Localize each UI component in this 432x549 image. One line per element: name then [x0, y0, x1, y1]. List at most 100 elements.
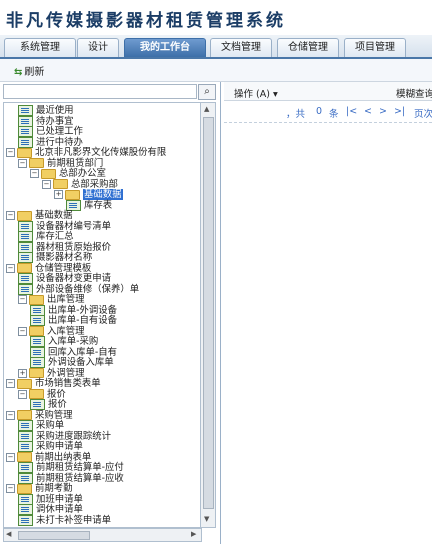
- fuzzy-search-label[interactable]: 模糊查询: [396, 86, 432, 100]
- refresh-button[interactable]: ⇆ 刷新: [14, 63, 44, 78]
- document-icon: [18, 252, 33, 263]
- tab-2[interactable]: 设计: [77, 38, 119, 57]
- tree-node-label: 采购单: [36, 420, 65, 431]
- collapse-icon[interactable]: −: [6, 452, 15, 462]
- document-icon: [30, 346, 45, 358]
- tab-5[interactable]: 仓储管理: [277, 38, 339, 57]
- collapse-icon[interactable]: −: [6, 410, 15, 420]
- pager: ，共 0 条 |< < > >| 页次: [224, 106, 432, 120]
- search-icon[interactable]: ⌕: [198, 84, 216, 100]
- document-icon: [18, 430, 33, 442]
- tab-3[interactable]: 我的工作台: [124, 38, 206, 57]
- tree-node-label: 前期出纳表单: [35, 451, 92, 463]
- scroll-right-icon[interactable]: ▶: [191, 530, 196, 538]
- scroll-left-icon[interactable]: ◀: [6, 530, 11, 538]
- tree-node[interactable]: 未打卡补签申请单: [18, 514, 112, 527]
- folder-icon: [29, 368, 44, 378]
- tree-search-input[interactable]: [3, 84, 197, 99]
- folder-icon: [29, 389, 44, 399]
- collapse-icon[interactable]: −: [18, 158, 27, 168]
- document-icon: [18, 283, 33, 295]
- collapse-icon[interactable]: −: [6, 379, 15, 388]
- expand-icon[interactable]: +: [54, 190, 63, 199]
- folder-icon: [17, 147, 32, 158]
- list-area: [224, 122, 432, 543]
- tree-horizontal-scrollbar[interactable]: ◀ ▶: [3, 528, 202, 542]
- collapse-icon[interactable]: −: [42, 179, 51, 189]
- scroll-down-icon[interactable]: ▼: [204, 515, 209, 523]
- tree-node-label: 进行中待办: [36, 136, 83, 148]
- pager-next-button[interactable]: >: [379, 106, 387, 117]
- document-icon: [18, 273, 33, 284]
- document-icon: [18, 115, 33, 127]
- tree-node-label: 入库单-采购: [48, 336, 99, 347]
- tree-node-label: 外调管理: [47, 367, 85, 379]
- app-title: 非凡传媒摄影器材租赁管理系统: [6, 11, 286, 31]
- tree-node-label: 未打卡补签申请单: [36, 514, 112, 526]
- document-icon: [30, 315, 45, 326]
- collapse-icon[interactable]: −: [18, 389, 27, 399]
- tree-node-label: 前期租赁结算单-应付: [36, 462, 124, 473]
- tree-node-label: 库存表: [84, 199, 113, 211]
- document-icon: [18, 420, 33, 431]
- folder-icon: [29, 294, 44, 305]
- pager-page-label: 页次: [414, 109, 432, 120]
- tab-1[interactable]: 系统管理: [4, 38, 76, 57]
- tab-4[interactable]: 文档管理: [210, 38, 272, 57]
- tree-node-label: 最近使用: [36, 105, 74, 116]
- pager-prev-button[interactable]: <: [364, 106, 372, 117]
- document-icon: [66, 199, 81, 211]
- tree-node-label: 出库管理: [47, 294, 85, 305]
- scrollbar-thumb[interactable]: [203, 117, 214, 509]
- folder-icon: [53, 179, 68, 189]
- expand-icon[interactable]: +: [18, 368, 27, 378]
- collapse-icon[interactable]: −: [18, 326, 27, 336]
- navigation-tree: 最近使用 待办事宜 已处理工作 进行中待办 − 北京非凡影界文化传媒股份有限 − 前期租赁部门…: [3, 102, 202, 528]
- tree-node-label: 出库单-外调设备: [48, 304, 118, 316]
- tree-panel: ⌕ 最近使用 待办事宜 已处理工作 进行中待办 − 北京非凡影界文化传媒股份有限 − 前期租赁…: [0, 82, 221, 544]
- collapse-icon[interactable]: −: [6, 484, 15, 493]
- tab-6[interactable]: 项目管理: [344, 38, 406, 57]
- toolbar: ⇆ 刷新: [0, 59, 432, 82]
- scroll-up-icon[interactable]: ▲: [204, 105, 209, 113]
- folder-icon: [17, 452, 32, 462]
- folder-icon: [29, 158, 44, 168]
- document-icon: [18, 504, 33, 515]
- tree-node-label: 外调设备入库单: [48, 357, 114, 368]
- document-icon: [18, 231, 33, 242]
- operation-menu[interactable]: 操作 (A) ▾: [234, 86, 278, 100]
- document-icon: [30, 304, 45, 316]
- tree-vertical-scrollbar[interactable]: ▲ ▼: [200, 102, 216, 528]
- collapse-icon[interactable]: −: [6, 211, 15, 220]
- folder-icon: [65, 189, 80, 200]
- folder-icon: [17, 410, 32, 420]
- tree-node-label: 设备器材变更申请: [36, 273, 112, 284]
- tree-node-label: 总部办公室: [59, 168, 106, 179]
- tree-node-label: 总部采购部: [71, 178, 118, 190]
- folder-icon: [17, 483, 32, 494]
- scrollbar-thumb[interactable]: [18, 531, 90, 540]
- tree-node-label: 报价: [47, 388, 66, 400]
- document-icon: [18, 514, 33, 526]
- tree-node-label: 采购进度跟踪统计: [36, 430, 112, 442]
- collapse-icon[interactable]: −: [18, 295, 27, 304]
- tree-node-label: 市场销售类表单: [35, 378, 101, 389]
- tree-node-label: 基础数据: [35, 210, 73, 221]
- tree-node-label: 摄影器材名称: [36, 252, 93, 263]
- document-icon: [30, 336, 45, 347]
- collapse-icon[interactable]: −: [30, 169, 39, 178]
- pager-unit: 条: [329, 109, 339, 120]
- document-icon: [18, 105, 33, 116]
- collapse-icon[interactable]: −: [6, 148, 15, 157]
- pager-last-button[interactable]: >|: [394, 106, 405, 117]
- collapse-icon[interactable]: −: [6, 263, 15, 273]
- content-panel: 操作 (A) ▾ 模糊查询 ，共 0 条 |< < > >| 页次: [224, 82, 432, 544]
- tree-node-label: 外部设备维修（保养）单: [36, 283, 140, 295]
- pager-first-button[interactable]: |<: [346, 106, 357, 117]
- tree-node-label: 北京非凡影界文化传媒股份有限: [35, 147, 167, 158]
- tree-node-label: 采购申请单: [36, 441, 83, 452]
- tree-node-label: 回库入库单-自有: [48, 346, 118, 358]
- tree-node-label: 仓储管理模板: [35, 262, 92, 274]
- document-icon: [30, 399, 45, 410]
- operation-label: 操作 (A): [234, 89, 270, 100]
